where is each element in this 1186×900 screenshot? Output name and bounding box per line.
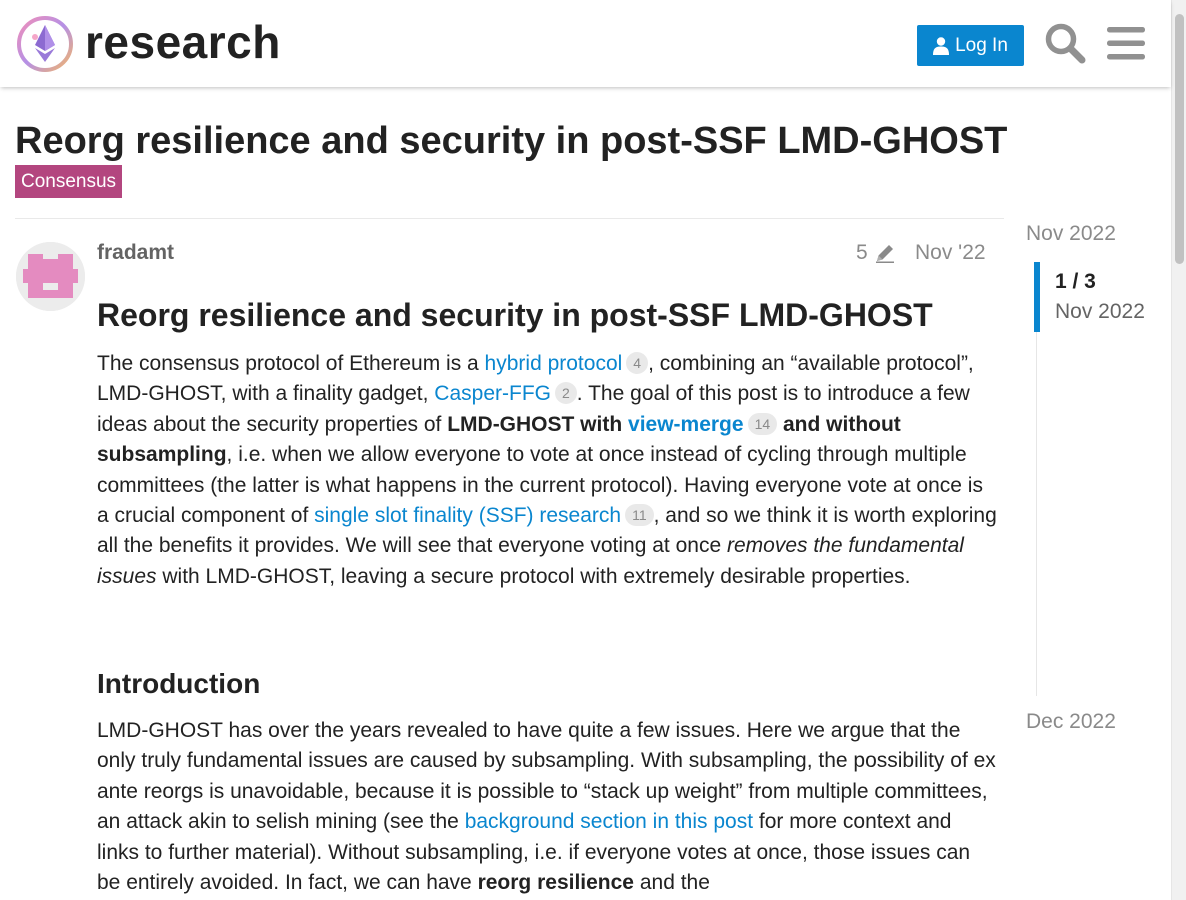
background-section-link[interactable]: background section in this post: [465, 810, 753, 833]
timeline-position-date: Nov 2022: [1055, 300, 1145, 323]
timeline-end-date[interactable]: Dec 2022: [1026, 707, 1116, 737]
view-merge-link[interactable]: view-merge: [628, 413, 744, 436]
category-badge[interactable]: Consensus: [15, 165, 123, 198]
link-click-count: 2: [554, 382, 577, 405]
site-name[interactable]: research: [85, 14, 281, 70]
timeline-position: 1 / 3: [1055, 270, 1096, 293]
casper-ffg-link[interactable]: Casper-FFG: [434, 382, 551, 405]
post-author[interactable]: fradamt: [97, 238, 174, 268]
edit-history-button[interactable]: 5: [856, 238, 896, 268]
post-paragraph-1: The consensus protocol of Ethereum is a …: [97, 349, 997, 592]
post-date[interactable]: Nov '22: [915, 238, 986, 268]
login-label: Log In: [955, 34, 1008, 56]
text: and the: [634, 871, 710, 895]
scrollbar-thumb[interactable]: [1175, 14, 1184, 264]
pencil-icon: [875, 245, 894, 263]
bold-text-part: LMD-GHOST with: [447, 412, 629, 436]
page-scrollbar[interactable]: [1171, 0, 1186, 900]
post-paragraph-2: LMD-GHOST has over the years revealed to…: [97, 716, 997, 898]
bold-text: reorg resilience: [477, 871, 634, 895]
link-click-count: 4: [626, 352, 649, 374]
timeline-handle[interactable]: [1034, 262, 1040, 332]
section-heading-introduction: Introduction: [97, 668, 261, 699]
post-heading: Reorg resilience and security in post-SS…: [97, 297, 933, 333]
link-click-count: 11: [625, 504, 654, 527]
hybrid-protocol-link[interactable]: hybrid protocol: [485, 352, 623, 375]
timeline-start-date[interactable]: Nov 2022: [1026, 219, 1116, 249]
research-logo-icon[interactable]: [16, 15, 74, 73]
text: with LMD-GHOST, leaving a secure protoco…: [156, 564, 911, 588]
topic-title[interactable]: Reorg resilience and security in post-SS…: [15, 118, 1007, 164]
site-header: research Log In: [0, 0, 1171, 87]
topic-divider: [15, 218, 1004, 219]
ssf-research-link[interactable]: single slot finality (SSF) research: [314, 504, 621, 527]
edit-count: 5: [856, 241, 868, 264]
user-icon: [933, 36, 950, 55]
text: The consensus protocol of Ethereum is a: [97, 352, 485, 375]
avatar[interactable]: [16, 242, 85, 311]
search-icon[interactable]: [1044, 22, 1086, 64]
login-button[interactable]: Log In: [917, 25, 1024, 66]
link-click-count: 14: [747, 412, 778, 435]
hamburger-menu-icon[interactable]: [1107, 25, 1145, 61]
